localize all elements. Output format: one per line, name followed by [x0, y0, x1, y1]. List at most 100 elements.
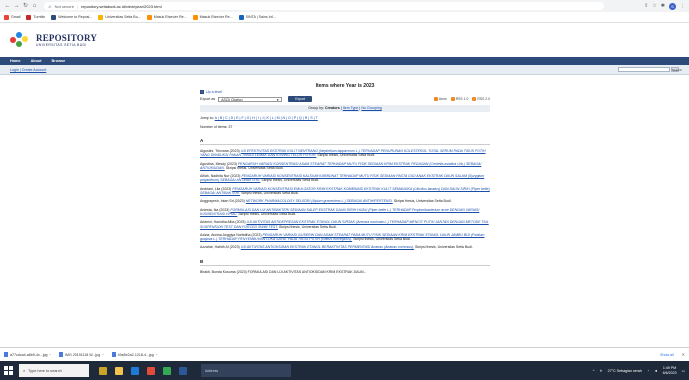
list-item: Agustina, Mesdy (2023) PENGARUH VARIASI …	[200, 161, 482, 170]
bookmark-item[interactable]: Turnitin	[26, 14, 45, 20]
main-content: Items where Year is 2023 ↑ Up a level Ex…	[200, 76, 490, 344]
windows-start-icon[interactable]	[4, 366, 13, 375]
list-item: Andriani, Lila (2023) PENGARUH VARIASI K…	[200, 186, 490, 196]
word-icon[interactable]	[179, 366, 187, 375]
chrome-icon[interactable]	[163, 366, 171, 375]
taskbar-search[interactable]: ⌕ Type here to search	[19, 364, 89, 377]
list-item: Arianini, Hanidha Alba (2023) UJI AKTIVI…	[200, 220, 489, 229]
chevron-up-icon[interactable]: ^	[593, 369, 595, 373]
item-title-link[interactable]: UJI AKTIVITAS ANTIOKSIDAN EKSTRAK ETANOL…	[241, 245, 414, 249]
home-icon[interactable]: ⌂	[31, 3, 38, 10]
page-title: Items where Year is 2023	[315, 83, 375, 89]
bookmark-item[interactable]: Welcome to Reposi...	[51, 14, 92, 20]
item-title-link[interactable]: PENGARUH VARIASI KONSENTRASI KALSIUM KAR…	[200, 174, 484, 182]
site-search-input[interactable]	[618, 67, 670, 72]
list-item: Aniesta, Ika (2023) FORMULASI DAN UJI AN…	[200, 207, 480, 216]
export-format-select[interactable]: ASCII Citation ▼	[218, 96, 283, 102]
section-heading-b: B	[200, 259, 490, 266]
menu-about[interactable]: About	[31, 59, 42, 63]
group-by-bar: Group by: Creators | Item Type | No Grou…	[200, 105, 490, 112]
image-file-icon	[4, 352, 8, 357]
download-item[interactable]: 49a5e2a2-1218-4...jpg ^	[111, 352, 157, 357]
chevron-up-icon[interactable]: ^	[156, 353, 157, 357]
show-all-downloads[interactable]: Show all	[660, 353, 674, 357]
list-item: Bhakti, Bunda Kusuma (2023) FORMULASI DA…	[200, 269, 367, 274]
store-icon[interactable]	[147, 366, 155, 375]
list-item: Algustini, Trinvana (2023) UJI EFEKTIVIT…	[200, 149, 486, 158]
edge-icon[interactable]	[131, 366, 139, 375]
extensions-icon[interactable]: ✱	[661, 3, 665, 9]
clock[interactable]: 1:49 PM 6/6/2023	[663, 366, 677, 375]
volume-icon[interactable]: ◄	[654, 369, 658, 373]
list-item: Anggrayesh, Intan Sri (2023) NETWORK PHA…	[200, 199, 452, 204]
feed-atom[interactable]: Atom	[433, 97, 447, 101]
bookmark-item[interactable]: Masuk Elsevier Re...	[192, 14, 233, 20]
rss-icon	[450, 97, 455, 101]
network-icon[interactable]: ◔	[647, 369, 649, 373]
bookmark-item[interactable]: Universitas Setia Bu...	[98, 14, 141, 20]
menu-home[interactable]: Home	[10, 59, 21, 63]
number-of-items: Number of items: 37	[200, 125, 233, 129]
back-icon[interactable]: ←	[4, 3, 11, 10]
group-item-type[interactable]: Item Type	[343, 106, 359, 110]
menu-dots-icon[interactable]: ⋮	[680, 3, 685, 9]
share-icon[interactable]: ⇪	[644, 3, 648, 9]
repository-logo[interactable]: REPOSITORY UNIVERSITAS SETIA BUDI	[10, 32, 97, 48]
file-explorer-icon[interactable]	[115, 366, 123, 375]
weather-icon: ☀	[599, 368, 603, 373]
export-button[interactable]: Export	[288, 96, 313, 102]
jump-letters[interactable]: A | B | C | D | E | F | G | H | I | J | …	[215, 116, 318, 120]
download-item[interactable]: IMG 20191118 W...jpg ^	[58, 352, 104, 357]
chevron-down-icon: ▼	[276, 97, 280, 102]
list-item: Azzahar, Hafidh Al (2023) UJI AKTIVITAS …	[200, 245, 473, 250]
site-header: REPOSITORY UNIVERSITAS SETIA BUDI	[0, 23, 689, 57]
login-bar: Login | Create Account Search	[0, 65, 689, 75]
up-level-link[interactable]: ↑ Up a level	[200, 90, 490, 94]
forward-icon[interactable]: →	[13, 3, 20, 10]
bookmark-favicon	[192, 14, 198, 20]
menu-browse[interactable]: Browse	[52, 59, 66, 63]
bookmark-favicon	[51, 14, 57, 20]
rss-icon	[433, 97, 438, 101]
bookmark-star-icon[interactable]: ☆	[652, 3, 656, 9]
site-search-button[interactable]: Search	[671, 67, 682, 72]
task-view-icon[interactable]	[99, 366, 107, 375]
bookmark-favicon	[26, 14, 32, 20]
profile-avatar[interactable]: S	[669, 2, 676, 10]
browser-toolbar: ← → ↻ ⌂ ⚠ Not secure | repository.setiab…	[0, 0, 689, 12]
notification-icon[interactable]: ▭	[682, 369, 685, 373]
rss-icon	[472, 97, 477, 101]
downloads-bar: a77cdca4-a6b9-4c...jpg ^ IMG 20191118 W..…	[0, 347, 689, 361]
bookmark-favicon	[238, 14, 244, 20]
weather-status[interactable]: 27°C Sebagian cerah	[608, 369, 642, 373]
main-menu: Home About Browse	[0, 57, 689, 65]
reload-icon[interactable]: ↻	[22, 3, 29, 10]
search-icon: ⌕	[23, 368, 26, 373]
item-title-link[interactable]: NETWORK PHARMACOLOGY SELEDRI (Apium grav…	[246, 199, 393, 203]
download-item[interactable]: a77cdca4-a6b9-4c...jpg ^	[4, 352, 51, 357]
bookmark-item[interactable]: Gmail	[4, 14, 20, 20]
bookmark-favicon	[146, 14, 152, 20]
group-none[interactable]: No Grouping	[361, 106, 381, 110]
bookmark-favicon	[98, 14, 104, 20]
up-arrow-icon: ↑	[200, 90, 204, 94]
logo-title: REPOSITORY	[36, 32, 98, 43]
login-links[interactable]: Login | Create Account	[10, 68, 46, 72]
list-item: Alfiah, Nadhita Nur (2023) PENGARUH VARI…	[200, 174, 485, 183]
bookmark-item[interactable]: SINTA | Sains Inf...	[238, 14, 276, 20]
bookmarks-bar: Gmail Turnitin Welcome to Reposi... Univ…	[0, 12, 689, 23]
address-toolbar[interactable]: Address	[201, 364, 291, 377]
chevron-up-icon[interactable]: ^	[50, 353, 51, 357]
group-creators[interactable]: Creators	[325, 106, 340, 110]
export-row: Export as ASCII Citation ▼ Export Atom RS…	[200, 95, 490, 103]
bookmark-item[interactable]: Masuk Elsevier Re...	[146, 14, 187, 20]
address-bar[interactable]: ⚠ Not secure | repository.setiabudi.ac.i…	[44, 2, 604, 10]
close-icon[interactable]: ✕	[682, 352, 685, 357]
section-heading-a: A	[200, 138, 490, 145]
jump-to: Jump to: A | B | C | D | E | F | G | H |…	[200, 116, 318, 120]
warning-icon[interactable]: ⚠	[48, 4, 52, 9]
feed-rss1[interactable]: RSS 1.0	[450, 97, 468, 101]
chevron-up-icon[interactable]: ^	[102, 353, 103, 357]
feed-rss2[interactable]: RSS 2.0	[472, 97, 490, 101]
url-text: repository.setiabudi.ac.id/view/year/202…	[80, 3, 162, 9]
